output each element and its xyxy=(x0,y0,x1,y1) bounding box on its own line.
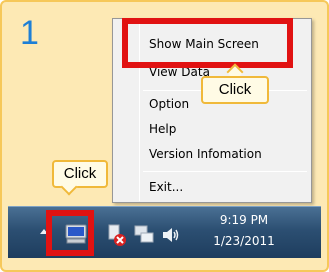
network-icon[interactable] xyxy=(133,224,155,246)
menu-item-exit[interactable]: Exit... xyxy=(149,180,183,194)
highlight-tray-icon xyxy=(46,210,94,256)
clock-time[interactable]: 9:19 PM xyxy=(204,213,284,227)
clock-date[interactable]: 1/23/2011 xyxy=(204,234,284,248)
callout-click-tray: Click xyxy=(52,160,108,188)
network-error-icon[interactable] xyxy=(106,223,128,247)
callout-click-menu: Click xyxy=(201,76,269,104)
step-number: 1 xyxy=(20,14,39,52)
menu-item-version-information[interactable]: Version Infomation xyxy=(149,147,262,161)
highlight-show-main-screen xyxy=(122,18,293,68)
volume-icon[interactable] xyxy=(160,224,182,246)
menu-item-help[interactable]: Help xyxy=(149,122,176,136)
menu-item-option[interactable]: Option xyxy=(149,97,189,111)
menu-separator xyxy=(143,171,307,172)
